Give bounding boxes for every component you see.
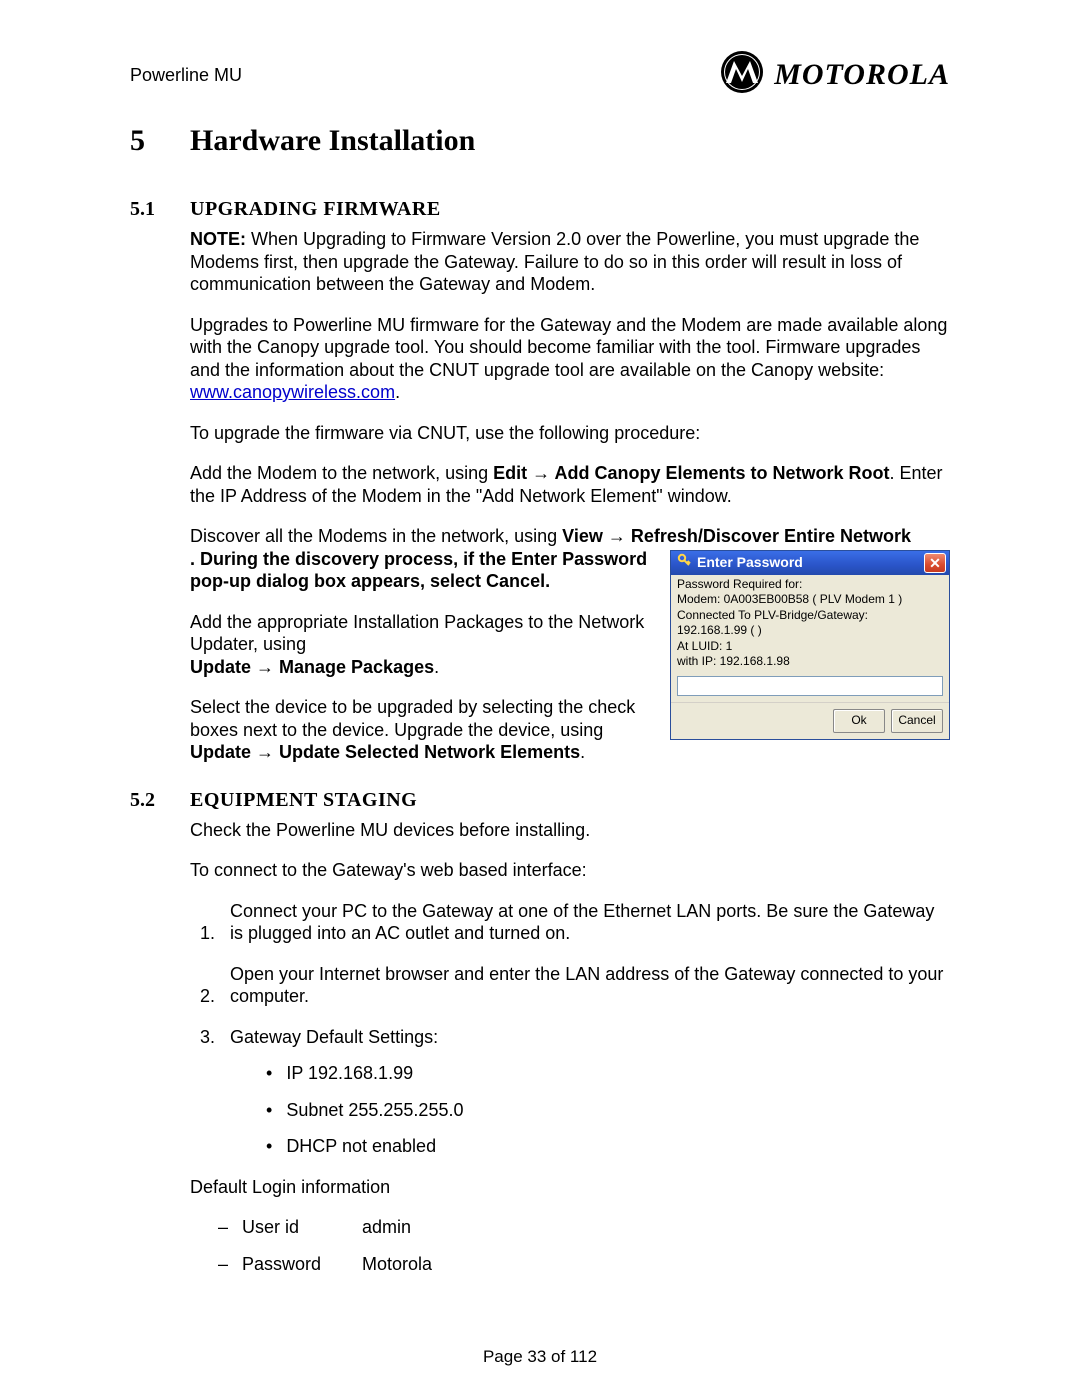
chapter-number: 5 — [130, 122, 150, 160]
login-label: Password — [242, 1253, 362, 1276]
text: Add the Modem to the network, using — [190, 463, 493, 483]
list-text: Connect your PC to the Gateway at one of… — [230, 900, 950, 945]
text: Select the device to be upgraded by sele… — [190, 697, 635, 740]
menu-path: Edit — [493, 463, 532, 483]
dash-icon: – — [218, 1216, 242, 1239]
list-item: IP 192.168.1.99 — [266, 1062, 950, 1085]
numbered-list: Connect your PC to the Gateway at one of… — [220, 900, 950, 1158]
paragraph: Add the appropriate Installation Package… — [190, 611, 652, 656]
menu-path: Update — [190, 657, 256, 677]
page-footer: Page 33 of 112 — [0, 1346, 1080, 1367]
section-number: 5.2 — [130, 788, 164, 813]
list-text: DHCP not enabled — [286, 1136, 436, 1156]
section-number: 5.1 — [130, 197, 164, 222]
brand: MOTOROLA — [720, 50, 950, 100]
text: . — [580, 742, 585, 762]
section-body: NOTE: When Upgrading to Firmware Version… — [190, 228, 950, 788]
dialog-title: Enter Password — [697, 553, 803, 571]
page: Powerline MU MOTOROLA 5 Hardware Install… — [0, 0, 1080, 1397]
arrow-icon: → — [532, 463, 550, 483]
dialog-text: At LUID: 1 — [677, 639, 943, 655]
section-heading: 5.1 UPGRADING FIRMWARE — [130, 197, 950, 222]
dialog-titlebar: Enter Password ✕ — [671, 551, 949, 575]
menu-path: Refresh/Discover Entire Network — [626, 526, 911, 546]
brand-name: MOTOROLA — [774, 56, 950, 94]
dialog-text: Password Required for: — [677, 577, 943, 593]
paragraph: Add the Modem to the network, using Edit… — [190, 462, 950, 507]
paragraph: Upgrades to Powerline MU firmware for th… — [190, 314, 950, 404]
paragraph: To connect to the Gateway's web based in… — [190, 859, 950, 882]
section-heading: 5.2 EQUIPMENT STAGING — [130, 788, 950, 813]
dialog-text: 192.168.1.99 ( ) — [677, 623, 943, 639]
text: . — [434, 657, 439, 677]
list-item: Connect your PC to the Gateway at one of… — [220, 900, 950, 945]
list-text: Subnet 255.255.255.0 — [286, 1100, 463, 1120]
text: . — [395, 382, 400, 402]
section-title: EQUIPMENT STAGING — [190, 788, 417, 813]
chapter-title: Hardware Installation — [190, 122, 475, 160]
menu-path: Update Selected Network Elements — [274, 742, 580, 762]
text: Discover all the Modems in the network, … — [190, 526, 562, 546]
list-item: – User id admin — [218, 1216, 950, 1239]
list-item: DHCP not enabled — [266, 1135, 950, 1158]
list-text: IP 192.168.1.99 — [286, 1063, 413, 1083]
paragraph: To upgrade the firmware via CNUT, use th… — [190, 422, 950, 445]
login-value: admin — [362, 1216, 411, 1239]
page-header: Powerline MU MOTOROLA — [130, 50, 950, 100]
bullet-list: IP 192.168.1.99 Subnet 255.255.255.0 DHC… — [266, 1062, 950, 1158]
password-input[interactable] — [677, 676, 943, 696]
text: Upgrades to Powerline MU firmware for th… — [190, 315, 947, 380]
ok-button[interactable]: Ok — [833, 709, 885, 733]
dialog-text: Connected To PLV-Bridge/Gateway: — [677, 608, 943, 624]
paragraph: Select the device to be upgraded by sele… — [190, 696, 652, 764]
canopy-link[interactable]: www.canopywireless.com — [190, 382, 395, 402]
note-text: When Upgrading to Firmware Version 2.0 o… — [190, 229, 919, 294]
list-text: Open your Internet browser and enter the… — [230, 963, 950, 1008]
paragraph: Update → Manage Packages. — [190, 656, 652, 679]
dialog-text: Modem: 0A003EB00B58 ( PLV Modem 1 ) — [677, 592, 943, 608]
dialog-text: with IP: 192.168.1.98 — [677, 654, 943, 670]
menu-path: Add Canopy Elements to Network Root — [550, 463, 889, 483]
note-label: NOTE: — [190, 229, 246, 249]
paragraph: Check the Powerline MU devices before in… — [190, 819, 950, 842]
motorola-logo-icon — [720, 50, 764, 100]
wrap-text: . During the discovery process, if the E… — [190, 548, 652, 788]
list-text: Gateway Default Settings: — [230, 1027, 438, 1047]
text: . — [190, 549, 200, 569]
arrow-icon: → — [256, 657, 274, 677]
arrow-icon: → — [256, 742, 274, 762]
doc-title: Powerline MU — [130, 64, 242, 87]
dialog-buttons: Ok Cancel — [671, 702, 949, 739]
section-body: Check the Powerline MU devices before in… — [190, 819, 950, 1276]
dash-icon: – — [218, 1253, 242, 1276]
list-item: – Password Motorola — [218, 1253, 950, 1276]
menu-path: Manage Packages — [274, 657, 434, 677]
instruction-bold: During the discovery process, if the Ent… — [190, 549, 647, 592]
list-item: Gateway Default Settings: IP 192.168.1.9… — [220, 1026, 950, 1158]
chapter-heading: 5 Hardware Installation — [130, 122, 950, 160]
enter-password-dialog: Enter Password ✕ Password Required for: … — [670, 550, 950, 741]
key-icon — [677, 553, 691, 571]
close-button[interactable]: ✕ — [924, 553, 946, 573]
login-label: User id — [242, 1216, 362, 1239]
list-item: Open your Internet browser and enter the… — [220, 963, 950, 1008]
dash-list: – User id admin – Password Motorola — [218, 1216, 950, 1275]
menu-path: Update — [190, 742, 256, 762]
note-paragraph: NOTE: When Upgrading to Firmware Version… — [190, 228, 950, 296]
cancel-button[interactable]: Cancel — [891, 709, 943, 733]
close-icon: ✕ — [929, 556, 941, 570]
paragraph: Default Login information — [190, 1176, 950, 1199]
paragraph: . During the discovery process, if the E… — [190, 548, 652, 593]
paragraph: Discover all the Modems in the network, … — [190, 525, 950, 548]
arrow-icon: → — [608, 526, 626, 546]
dialog-body: Password Required for: Modem: 0A003EB00B… — [671, 575, 949, 703]
section-title: UPGRADING FIRMWARE — [190, 197, 441, 222]
wrap-row: . During the discovery process, if the E… — [190, 548, 950, 788]
list-item: Subnet 255.255.255.0 — [266, 1099, 950, 1122]
login-value: Motorola — [362, 1253, 432, 1276]
menu-path: View — [562, 526, 608, 546]
